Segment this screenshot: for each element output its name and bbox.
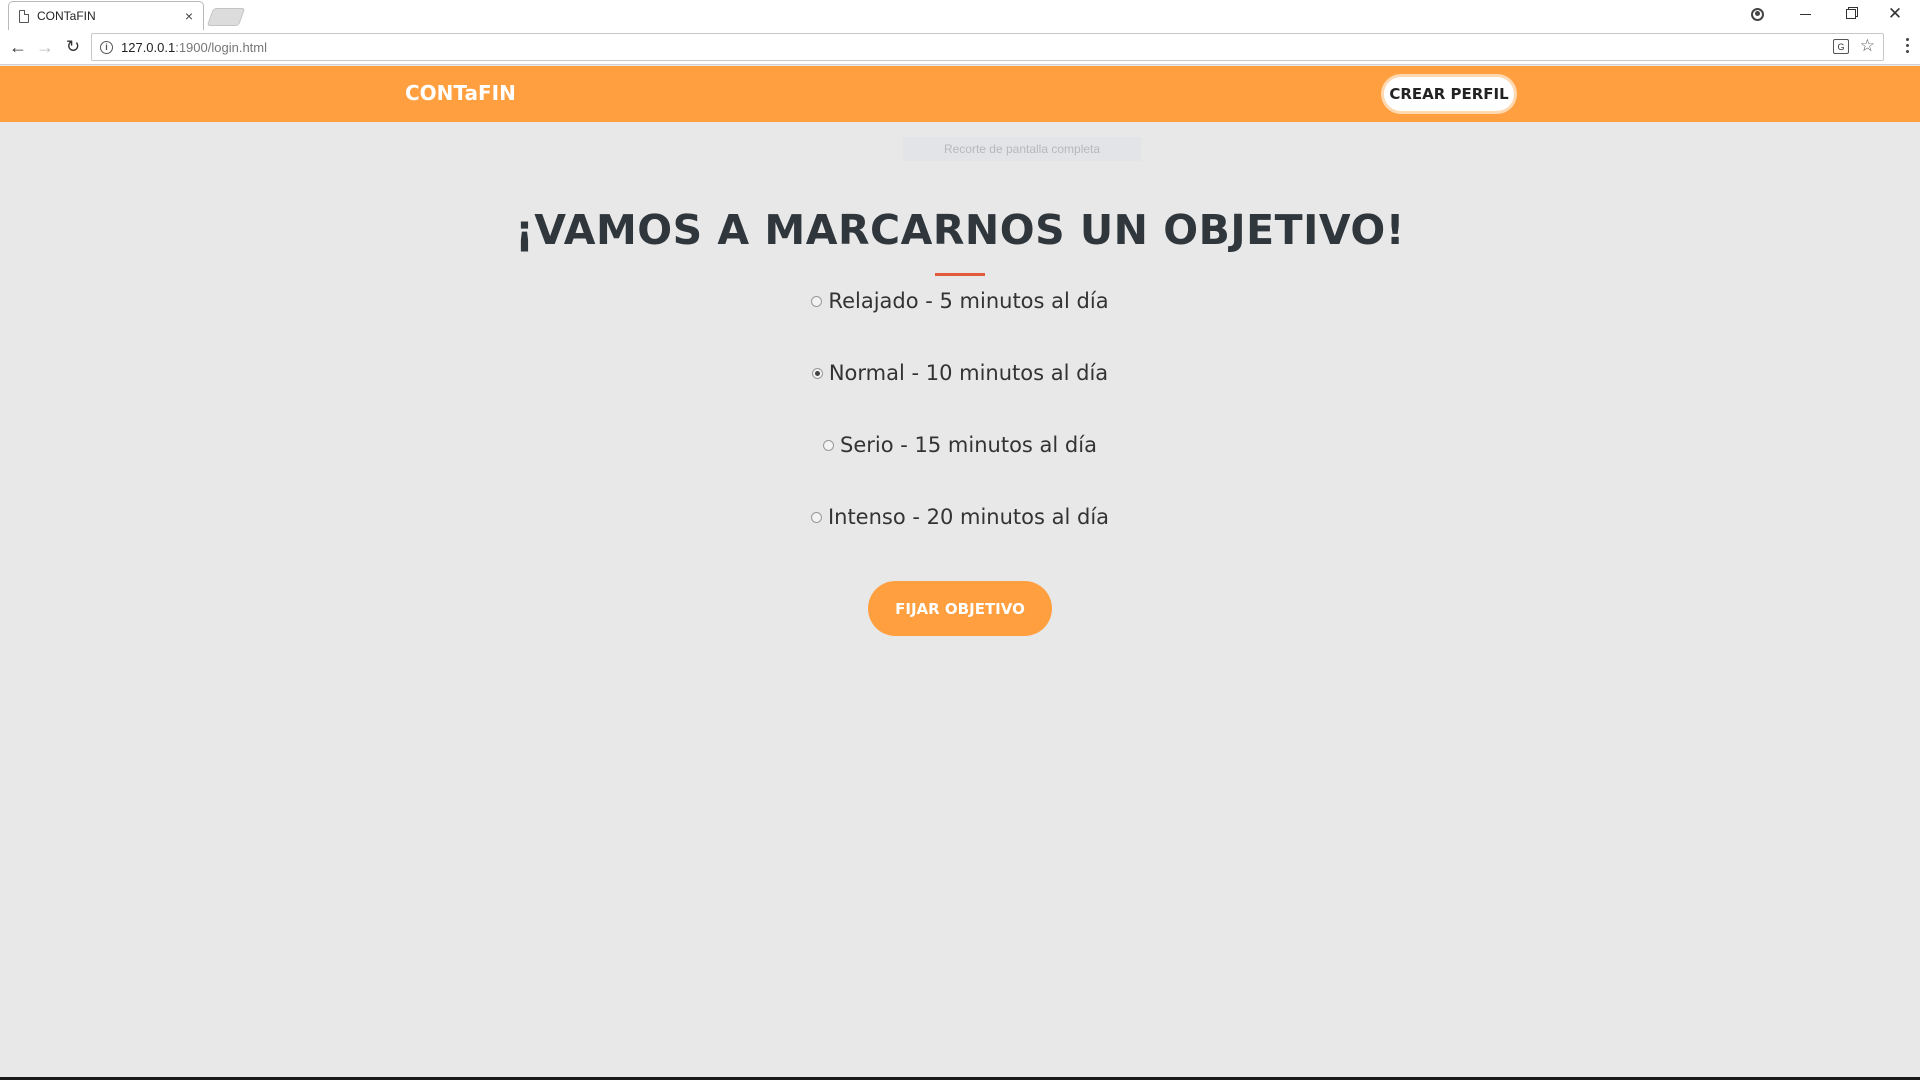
new-tab-button[interactable] — [206, 8, 246, 26]
browser-toolbar: ← → ↻ i 127.0.0.1:1900/login.html G ☆ — [0, 30, 1920, 65]
tab-close-icon[interactable]: × — [185, 9, 193, 23]
browser-menu-icon[interactable] — [1906, 38, 1910, 53]
radio-button[interactable] — [823, 439, 835, 451]
restore-icon[interactable] — [1836, 0, 1866, 28]
page-title: ¡VAMOS A MARCARNOS UN OBJETIVO! — [515, 206, 1405, 254]
crear-perfil-button[interactable]: CREAR PERFIL — [1381, 74, 1517, 114]
tab-title: CONTaFIN — [37, 9, 96, 23]
browser-tab[interactable]: CONTaFIN × — [8, 1, 204, 30]
goal-option-intenso[interactable]: Intenso - 20 minutos al día — [0, 505, 1920, 529]
title-divider — [935, 273, 985, 276]
url-text: 127.0.0.1:1900/login.html — [121, 40, 267, 55]
minimize-icon[interactable] — [1790, 0, 1820, 28]
address-bar[interactable]: i 127.0.0.1:1900/login.html G ☆ — [91, 33, 1884, 61]
translate-icon[interactable]: G — [1833, 39, 1849, 54]
goal-option-serio[interactable]: Serio - 15 minutos al día — [0, 433, 1920, 457]
snip-overlay-label: Recorte de pantalla completa — [903, 137, 1141, 161]
url-path: :1900/login.html — [175, 39, 267, 55]
option-label: Intenso - 20 minutos al día — [827, 505, 1110, 529]
reload-icon[interactable]: ↻ — [62, 36, 84, 58]
url-host: 127.0.0.1 — [121, 39, 176, 55]
brand-logo[interactable]: CONTaFIN — [405, 81, 516, 105]
user-profile-icon[interactable] — [1742, 0, 1772, 28]
close-window-icon[interactable]: ✕ — [1880, 0, 1910, 28]
forward-arrow-icon[interactable]: → — [34, 36, 56, 58]
back-arrow-icon[interactable]: ← — [7, 36, 29, 58]
goal-option-normal[interactable]: Normal - 10 minutos al día — [0, 361, 1920, 385]
goal-option-relajado[interactable]: Relajado - 5 minutos al día — [0, 289, 1920, 313]
tab-strip: CONTaFIN × ✕ — [0, 0, 1920, 30]
bookmark-star-icon[interactable]: ☆ — [1860, 36, 1875, 56]
fijar-objetivo-button[interactable]: FIJAR OBJETIVO — [868, 581, 1052, 636]
option-label: Relajado - 5 minutos al día — [828, 289, 1109, 313]
info-icon[interactable]: i — [100, 40, 113, 54]
radio-button-selected[interactable] — [811, 367, 823, 379]
option-label: Normal - 10 minutos al día — [828, 361, 1109, 385]
option-label: Serio - 15 minutos al día — [840, 433, 1097, 457]
page-icon — [19, 9, 29, 23]
radio-button[interactable] — [810, 511, 822, 523]
site-navbar: CONTaFIN CREAR PERFIL — [0, 66, 1920, 122]
radio-button[interactable] — [811, 295, 823, 307]
